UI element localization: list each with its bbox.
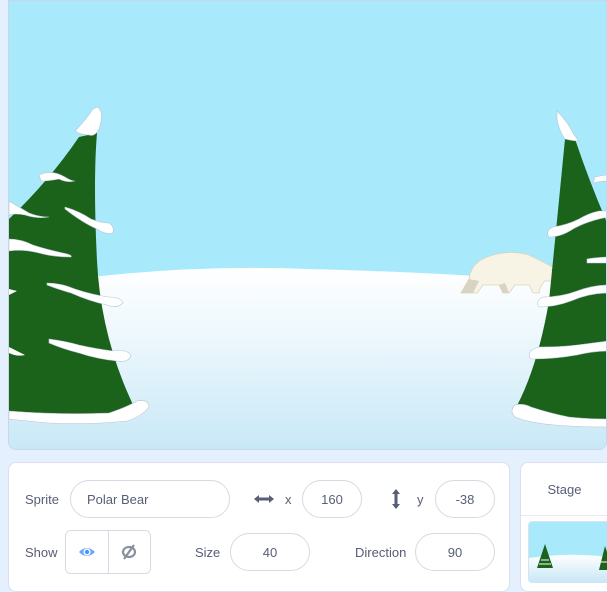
y-label: y [417, 492, 424, 507]
show-label: Show [25, 545, 58, 560]
stage-scene [9, 1, 606, 449]
x-value: 160 [321, 491, 343, 507]
size-input[interactable]: 40 [230, 533, 310, 571]
size-value: 40 [262, 544, 278, 560]
sprite-info-panel: Sprite Polar Bear x 160 y -38 Show Size … [8, 462, 510, 592]
backdrop-thumbnail[interactable] [528, 521, 607, 583]
eye-slash-icon [122, 544, 137, 560]
vertical-arrows-icon [390, 488, 402, 510]
show-visible-button[interactable] [66, 531, 108, 573]
sprite-label: Sprite [25, 492, 59, 507]
eye-icon [78, 548, 95, 556]
backdrop-thumbnail-image [529, 522, 607, 582]
x-position-input[interactable]: 160 [302, 480, 362, 518]
y-value: -38 [455, 491, 475, 507]
horizontal-arrows-icon [253, 492, 275, 506]
show-hidden-button[interactable] [107, 531, 150, 573]
stage-selector-panel[interactable]: Stage [520, 462, 607, 592]
stage-canvas[interactable] [8, 0, 607, 450]
direction-label: Direction [355, 545, 407, 560]
show-toggle-group [65, 530, 151, 574]
x-label: x [285, 492, 292, 507]
size-label: Size [195, 545, 221, 560]
y-position-input[interactable]: -38 [435, 480, 495, 518]
direction-input[interactable]: 90 [415, 533, 495, 571]
stage-panel-title: Stage [521, 463, 607, 516]
direction-value: 90 [447, 544, 463, 560]
sprite-name-value: Polar Bear [87, 491, 149, 507]
sprite-name-input[interactable]: Polar Bear [70, 480, 230, 518]
